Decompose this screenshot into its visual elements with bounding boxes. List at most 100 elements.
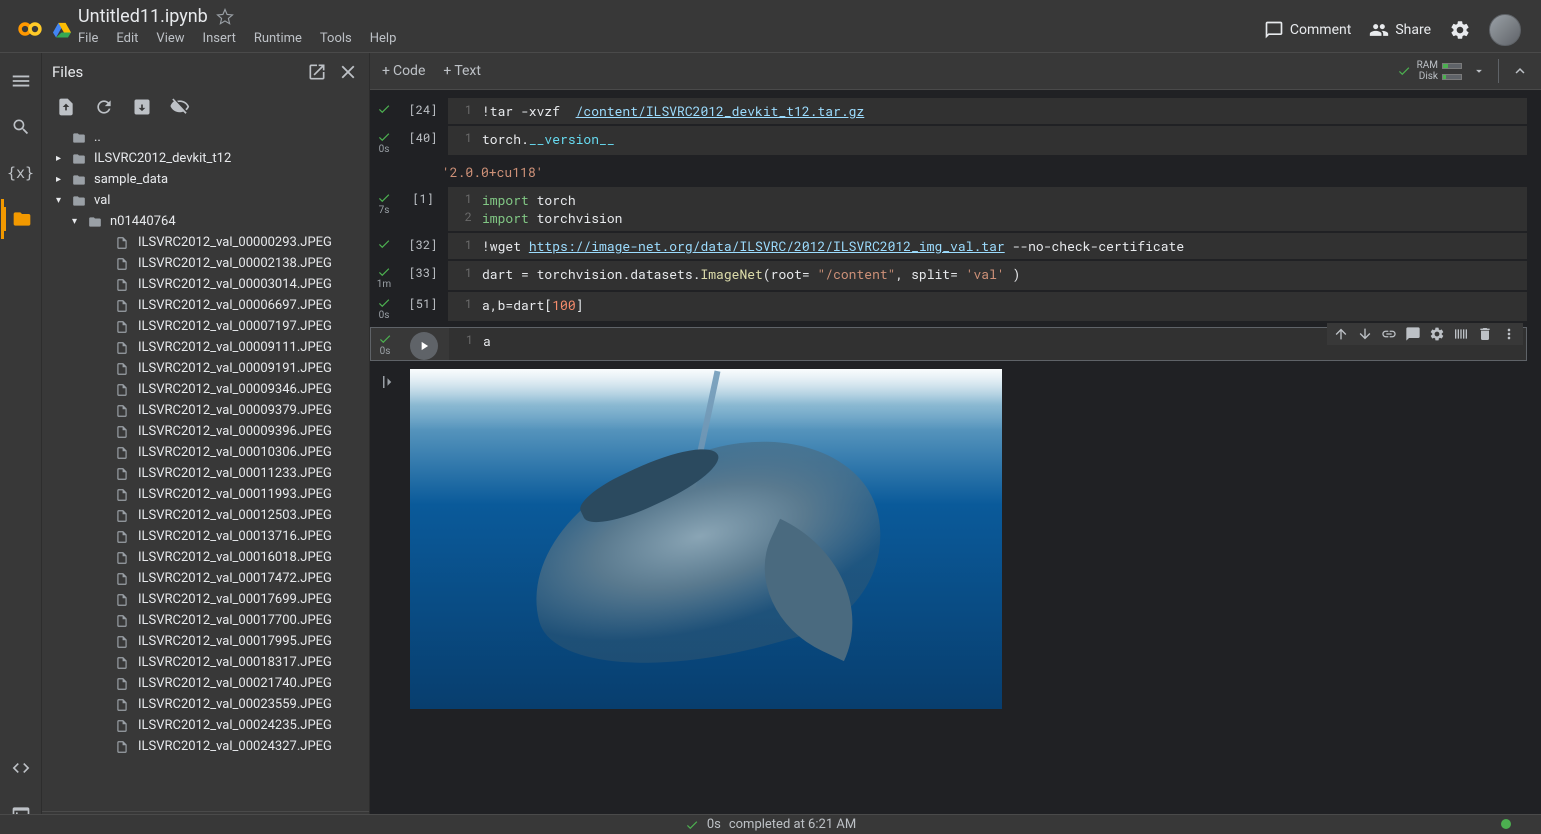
code-cell[interactable]: [32] 1!wget https://image-net.org/data/I… <box>370 233 1541 259</box>
add-code-button[interactable]: +Code <box>382 63 425 79</box>
cell-comment-icon[interactable] <box>1405 326 1421 342</box>
mount-drive-icon[interactable] <box>132 97 152 117</box>
variables-icon[interactable]: {x} <box>1 153 41 193</box>
settings-icon[interactable] <box>1449 19 1471 41</box>
file-item[interactable]: ILSVRC2012_val_00009111.JPEG <box>42 337 369 358</box>
code-cell[interactable]: 1m [33] 1dart = torchvision.datasets.Ima… <box>370 261 1541 290</box>
file-item[interactable]: ILSVRC2012_val_00018317.JPEG <box>42 652 369 673</box>
colab-logo <box>12 11 48 47</box>
run-button[interactable] <box>410 332 438 360</box>
code-cell[interactable]: [24] 1!tar -xvzf /content/ILSVRC2012_dev… <box>370 98 1541 124</box>
file-title[interactable]: Untitled11.ipynb <box>78 6 208 27</box>
delete-icon[interactable] <box>1477 326 1493 342</box>
files-title: Files <box>52 63 307 81</box>
file-item[interactable]: ILSVRC2012_val_00002138.JPEG <box>42 253 369 274</box>
user-avatar[interactable] <box>1489 14 1521 46</box>
file-item[interactable]: ILSVRC2012_val_00009346.JPEG <box>42 379 369 400</box>
code-cell-active[interactable]: 0s 1a <box>370 323 1541 365</box>
close-panel-icon[interactable] <box>337 61 359 83</box>
file-item[interactable]: ILSVRC2012_val_00023559.JPEG <box>42 694 369 715</box>
search-icon[interactable] <box>1 107 41 147</box>
files-icon[interactable] <box>1 199 41 239</box>
file-item[interactable]: ILSVRC2012_val_00013716.JPEG <box>42 526 369 547</box>
move-up-icon[interactable] <box>1333 326 1349 342</box>
menu-help[interactable]: Help <box>370 31 397 46</box>
dir-up[interactable]: .. <box>42 127 369 148</box>
resource-dropdown-icon[interactable] <box>1472 64 1486 78</box>
ram-label: RAM <box>1417 60 1438 71</box>
file-item[interactable]: ILSVRC2012_val_00017700.JPEG <box>42 610 369 631</box>
file-item[interactable]: ILSVRC2012_val_00021740.JPEG <box>42 673 369 694</box>
add-text-label: Text <box>454 63 481 79</box>
toc-icon[interactable] <box>1 61 41 101</box>
file-item[interactable]: ILSVRC2012_val_00017472.JPEG <box>42 568 369 589</box>
status-bar: 0s completed at 6:21 AM <box>0 814 1541 834</box>
file-item[interactable]: ILSVRC2012_val_00024327.JPEG <box>42 736 369 757</box>
mirror-icon[interactable] <box>1453 326 1469 342</box>
share-button[interactable]: Share <box>1369 20 1431 40</box>
star-icon[interactable] <box>216 8 234 26</box>
cell-toolbar <box>1327 323 1523 345</box>
notebook-cells[interactable]: [24] 1!tar -xvzf /content/ILSVRC2012_dev… <box>370 90 1541 834</box>
file-toolbar <box>42 91 369 123</box>
file-item[interactable]: ILSVRC2012_val_00012503.JPEG <box>42 505 369 526</box>
file-item[interactable]: ILSVRC2012_val_00009191.JPEG <box>42 358 369 379</box>
new-window-icon[interactable] <box>307 62 327 82</box>
link-icon[interactable] <box>1381 326 1397 342</box>
file-item[interactable]: ILSVRC2012_val_00006697.JPEG <box>42 295 369 316</box>
menu-view[interactable]: View <box>156 31 184 46</box>
cell-input[interactable]: 1torch.__version__ <box>448 126 1527 155</box>
exec-count: [40] <box>398 126 448 155</box>
code-cell[interactable]: 0s [51] 1a,b=dart[100] <box>370 292 1541 321</box>
code-snippets-icon[interactable] <box>1 748 41 788</box>
cell-input[interactable]: 1import torch2import torchvision <box>448 187 1527 231</box>
collapse-icon[interactable] <box>1511 62 1529 80</box>
more-icon[interactable] <box>1501 326 1517 342</box>
refresh-icon[interactable] <box>94 97 114 117</box>
file-item[interactable]: ILSVRC2012_val_00009396.JPEG <box>42 421 369 442</box>
file-tree[interactable]: ..▸ILSVRC2012_devkit_t12▸sample_data▾val… <box>42 123 369 811</box>
add-code-label: Code <box>393 63 425 79</box>
menu-edit[interactable]: Edit <box>116 31 138 46</box>
menu-tools[interactable]: Tools <box>320 31 352 46</box>
folder-n01440764[interactable]: ▾n01440764 <box>42 211 369 232</box>
file-item[interactable]: ILSVRC2012_val_00011993.JPEG <box>42 484 369 505</box>
app-header: Untitled11.ipynb File Edit View Insert R… <box>0 0 1541 53</box>
file-item[interactable]: ILSVRC2012_val_00010306.JPEG <box>42 442 369 463</box>
cell-input[interactable]: 1!wget https://image-net.org/data/ILSVRC… <box>448 233 1527 259</box>
cell-input[interactable]: 1!tar -xvzf /content/ILSVRC2012_devkit_t… <box>448 98 1527 124</box>
folder-sample_data[interactable]: ▸sample_data <box>42 169 369 190</box>
folder-ILSVRC2012_devkit_t12[interactable]: ▸ILSVRC2012_devkit_t12 <box>42 148 369 169</box>
code-cell[interactable]: 0s [40] 1torch.__version__ <box>370 126 1541 155</box>
upload-icon[interactable] <box>56 97 76 117</box>
file-item[interactable]: ILSVRC2012_val_00007197.JPEG <box>42 316 369 337</box>
cell-output: '2.0.0+cu118' <box>370 157 1541 187</box>
file-item[interactable]: ILSVRC2012_val_00011233.JPEG <box>42 463 369 484</box>
cell-settings-icon[interactable] <box>1429 326 1445 342</box>
add-text-button[interactable]: +Text <box>443 63 481 79</box>
file-item[interactable]: ILSVRC2012_val_00009379.JPEG <box>42 400 369 421</box>
code-cell[interactable]: 7s [1] 1import torch2import torchvision <box>370 187 1541 231</box>
file-panel: Files ..▸ILSVRC2012_devkit_t12▸sample_da… <box>42 53 370 834</box>
cell-input[interactable]: 1a,b=dart[100] <box>448 292 1527 321</box>
comment-button[interactable]: Comment <box>1264 20 1351 40</box>
file-item[interactable]: ILSVRC2012_val_00017699.JPEG <box>42 589 369 610</box>
file-item[interactable]: ILSVRC2012_val_00024235.JPEG <box>42 715 369 736</box>
menu-runtime[interactable]: Runtime <box>254 31 302 46</box>
file-item[interactable]: ILSVRC2012_val_00000293.JPEG <box>42 232 369 253</box>
resource-indicator[interactable]: RAM Disk <box>1417 60 1462 82</box>
output-toggle-icon[interactable] <box>380 373 398 391</box>
hidden-files-icon[interactable] <box>170 97 190 117</box>
menu-insert[interactable]: Insert <box>203 31 236 46</box>
output-image <box>410 369 1002 709</box>
status-text: completed at 6:21 AM <box>729 817 856 832</box>
cell-input[interactable]: 1dart = torchvision.datasets.ImageNet(ro… <box>448 261 1527 290</box>
file-item[interactable]: ILSVRC2012_val_00016018.JPEG <box>42 547 369 568</box>
menu-file[interactable]: File <box>78 31 98 46</box>
exec-count: [32] <box>398 233 448 259</box>
file-item[interactable]: ILSVRC2012_val_00003014.JPEG <box>42 274 369 295</box>
move-down-icon[interactable] <box>1357 326 1373 342</box>
file-item[interactable]: ILSVRC2012_val_00017995.JPEG <box>42 631 369 652</box>
comment-icon <box>1264 20 1284 40</box>
folder-val[interactable]: ▾val <box>42 190 369 211</box>
